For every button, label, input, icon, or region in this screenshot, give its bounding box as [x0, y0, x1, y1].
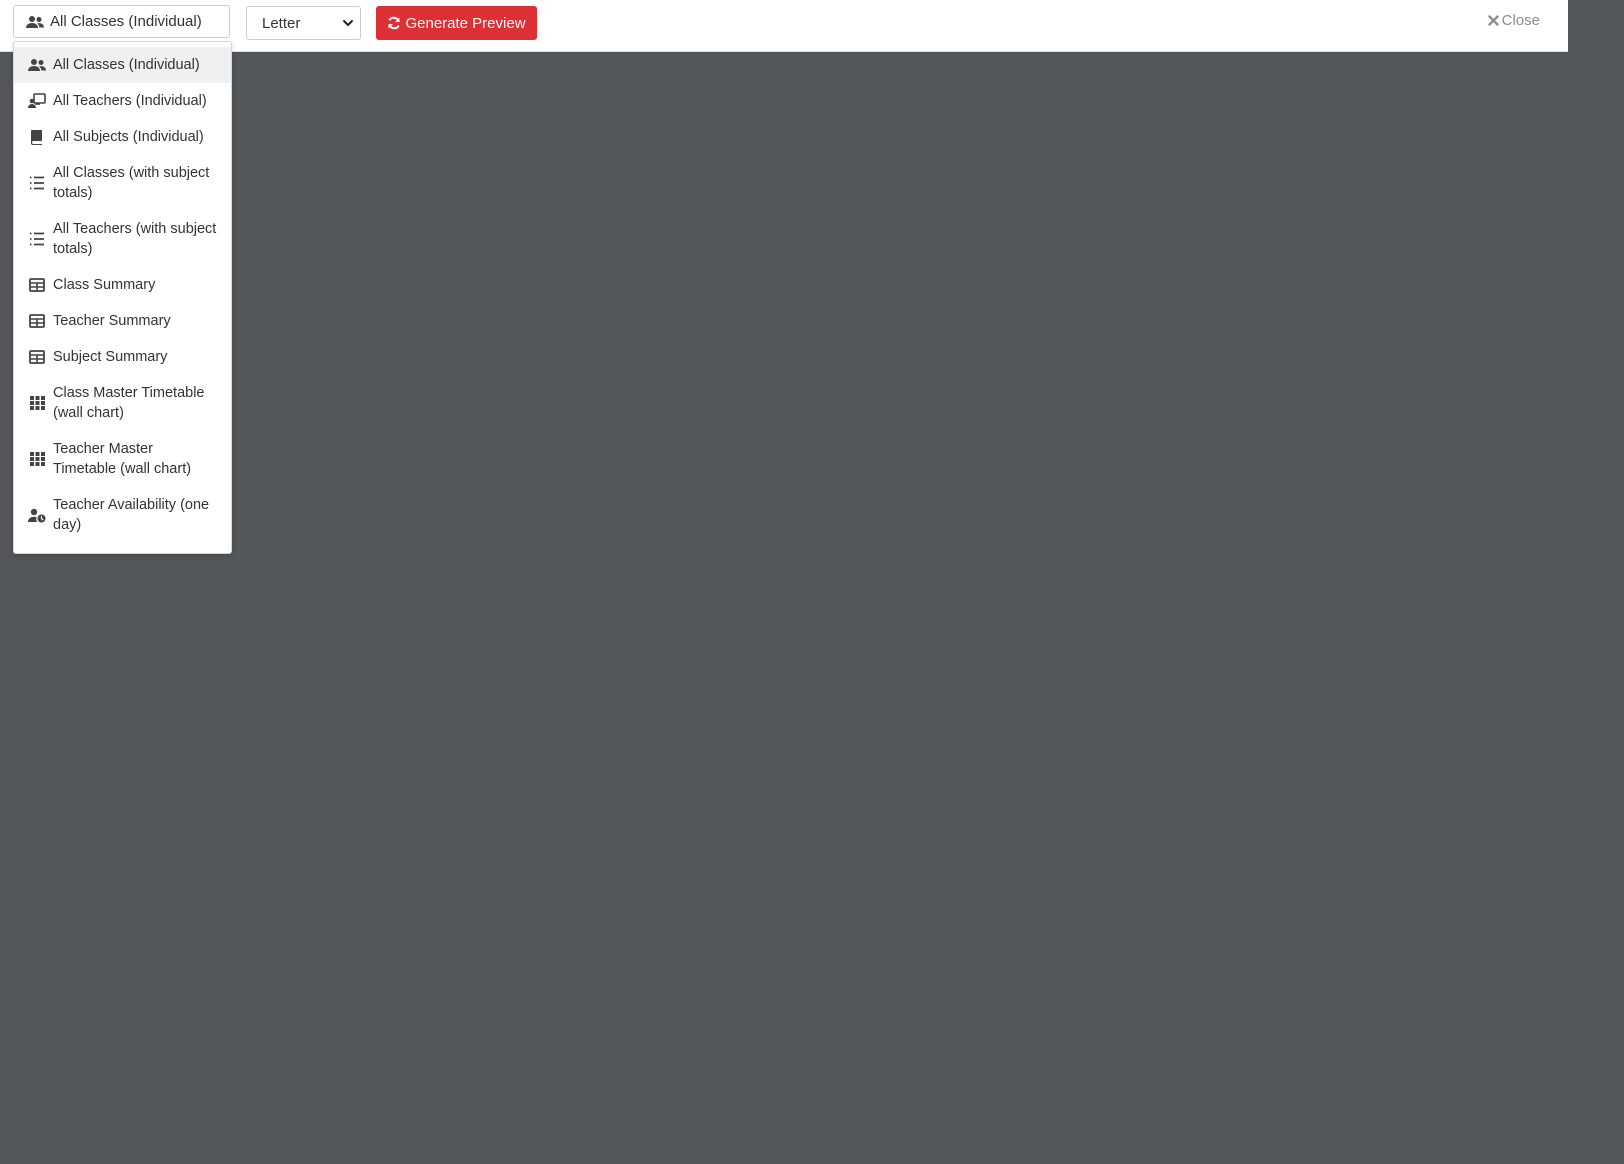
users-icon	[28, 56, 46, 74]
grid-icon	[28, 450, 46, 468]
menu-item-teacher-master-timetable[interactable]: Teacher Master Timetable (wall chart)	[14, 431, 231, 487]
chalkboard-teacher-icon	[28, 92, 46, 110]
menu-item-label: Teacher Availability (one day)	[53, 497, 210, 533]
menu-item-all-classes-subject-totals[interactable]: All Classes (with subject totals)	[14, 155, 231, 211]
menu-item-label: All Classes (Individual)	[53, 57, 200, 73]
generate-preview-button[interactable]: Generate Preview	[376, 6, 537, 40]
users-icon	[26, 13, 44, 31]
generate-preview-label: Generate Preview	[405, 14, 526, 32]
menu-item-all-classes-individual[interactable]: All Classes (Individual)	[14, 47, 231, 83]
menu-item-label: Teacher Master Timetable (wall chart)	[53, 441, 192, 477]
menu-item-label: All Classes (with subject totals)	[53, 165, 210, 201]
menu-item-class-summary[interactable]: Class Summary	[14, 267, 231, 303]
menu-item-label: All Teachers (Individual)	[53, 93, 207, 109]
toolbar: All Classes (Individual) Letter Generate…	[0, 0, 1568, 52]
report-type-select[interactable]: All Classes (Individual)	[13, 5, 230, 38]
table-icon	[28, 276, 46, 294]
report-type-menu: All Classes (Individual) All Teachers (I…	[13, 41, 232, 554]
menu-item-all-subjects-individual[interactable]: All Subjects (Individual)	[14, 119, 231, 155]
close-icon	[1487, 15, 1499, 26]
menu-item-teacher-summary[interactable]: Teacher Summary	[14, 303, 231, 339]
list-icon	[28, 230, 46, 248]
menu-item-label: Teacher Summary	[53, 313, 171, 329]
menu-item-class-master-timetable[interactable]: Class Master Timetable (wall chart)	[14, 375, 231, 431]
menu-item-label: Class Summary	[53, 277, 156, 293]
menu-item-subject-summary[interactable]: Subject Summary	[14, 339, 231, 375]
menu-item-all-teachers-individual[interactable]: All Teachers (Individual)	[14, 83, 231, 119]
paper-size-select[interactable]: Letter	[246, 6, 361, 40]
table-icon	[28, 312, 46, 330]
report-type-value: All Classes (Individual)	[50, 13, 202, 30]
list-icon	[28, 174, 46, 192]
chevron-down-icon	[341, 16, 355, 30]
menu-item-all-teachers-subject-totals[interactable]: All Teachers (with subject totals)	[14, 211, 231, 267]
close-label: Close	[1501, 12, 1540, 29]
close-button[interactable]: Close	[1487, 12, 1540, 29]
refresh-icon	[387, 16, 401, 30]
user-clock-icon	[28, 506, 46, 524]
menu-item-label: All Subjects (Individual)	[53, 129, 204, 145]
paper-size-value: Letter	[262, 14, 301, 32]
grid-icon	[28, 394, 46, 412]
table-icon	[28, 348, 46, 366]
menu-item-label: Class Master Timetable (wall chart)	[53, 385, 205, 421]
menu-item-label: Subject Summary	[53, 349, 168, 365]
book-icon	[28, 128, 46, 146]
menu-item-label: All Teachers (with subject totals)	[53, 221, 217, 257]
menu-item-teacher-availability[interactable]: Teacher Availability (one day)	[14, 487, 231, 543]
